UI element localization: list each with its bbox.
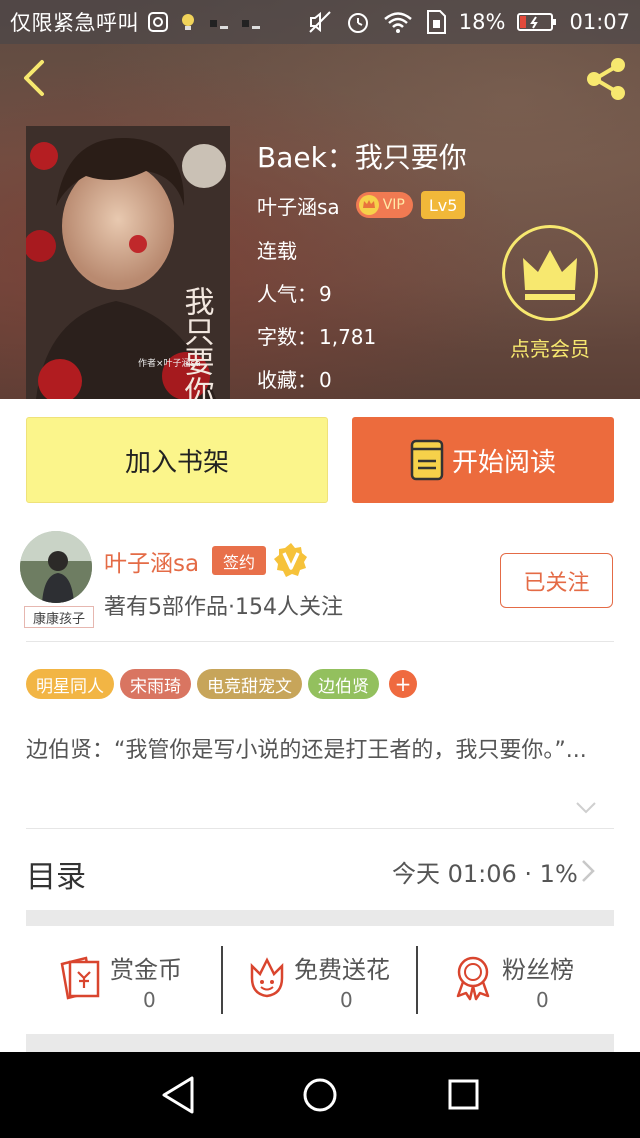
- alarm-icon: [347, 13, 368, 33]
- fan-ranking-label: 粉丝榜: [502, 956, 574, 984]
- favorites-value: 0: [319, 368, 332, 392]
- book-synopsis[interactable]: 边伯贤：“我管你是写小说的还是打王者的，我只要你。”...: [26, 736, 601, 765]
- book-author-row[interactable]: 叶子涵sa VIP Lv5: [257, 190, 466, 220]
- notification-dot-icon: [242, 20, 260, 29]
- book-title: Baek：我只要你: [257, 141, 467, 174]
- medal-icon: [456, 956, 490, 1001]
- book-icon: [410, 439, 444, 481]
- wifi-icon: [383, 12, 412, 33]
- add-to-shelf-label: 加入书架: [124, 447, 229, 478]
- popularity-label: 人气：: [257, 282, 317, 306]
- word-count-value: 1,781: [319, 325, 377, 349]
- crown-icon: [523, 250, 577, 300]
- author-stats: 著有5部作品·154人关注: [104, 595, 343, 620]
- fan-ranking-button[interactable]: 粉丝榜: [448, 944, 598, 1014]
- clock: 01:07: [569, 10, 630, 34]
- divider: [221, 946, 223, 1014]
- flower-icon: [250, 957, 284, 998]
- nav-home-button[interactable]: [297, 1072, 343, 1118]
- start-reading-label: 开始阅读: [451, 447, 556, 478]
- author-name[interactable]: 叶子涵sa: [104, 544, 199, 578]
- avatar-photo: [20, 531, 92, 603]
- member-label: 点亮会员: [510, 337, 590, 361]
- battery-percent: 18%: [458, 10, 506, 34]
- tag-item[interactable]: 边伯贤: [308, 669, 379, 699]
- red-envelope-icon: [60, 956, 100, 1000]
- follow-label: 已关注: [523, 570, 590, 596]
- popularity-value: 9: [319, 282, 332, 306]
- crown-icon: [358, 195, 379, 215]
- add-to-shelf-button[interactable]: 加入书架: [26, 417, 328, 503]
- section-separator: [26, 1034, 614, 1052]
- notification-dot-icon: [210, 20, 228, 29]
- author-avatar[interactable]: [20, 531, 92, 603]
- free-flower-label: 免费送花: [294, 956, 390, 984]
- divider: [26, 641, 614, 642]
- book-cover[interactable]: 我只要你 作者×叶子涵sa: [26, 126, 230, 399]
- reward-coins-button[interactable]: 赏金币: [56, 944, 206, 1014]
- svg-text:作者×叶子涵sa: 作者×叶子涵sa: [138, 357, 201, 369]
- fan-ranking-count: 0: [536, 988, 549, 1012]
- word-count-label: 字数：: [257, 325, 317, 349]
- tag-list: 明星同人 宋雨琦 电竞甜宠文 边伯贤 +: [26, 669, 417, 699]
- divider: [26, 828, 614, 829]
- signed-badge: 签约: [212, 546, 266, 575]
- tag-item[interactable]: 电竞甜宠文: [197, 669, 302, 699]
- system-nav-bar: [0, 1052, 640, 1138]
- app-notification-icon: [148, 12, 168, 32]
- vip-badge: VIP: [355, 192, 413, 218]
- reward-coins-count: 0: [143, 988, 156, 1012]
- tag-item[interactable]: 明星同人: [26, 669, 114, 699]
- verified-v-icon: [274, 543, 307, 577]
- section-separator: [26, 910, 614, 926]
- chevron-right-icon[interactable]: [580, 858, 596, 884]
- level-badge: Lv5: [420, 191, 466, 219]
- status-bar: 仅限紧急呼叫 18% 01:07: [0, 0, 640, 44]
- lightbulb-icon: [182, 14, 194, 30]
- chevron-down-icon[interactable]: [574, 800, 598, 816]
- start-reading-button[interactable]: 开始阅读: [352, 417, 614, 503]
- nav-recents-button[interactable]: [440, 1072, 486, 1118]
- more-tags-button[interactable]: +: [389, 670, 417, 698]
- sim-card-icon: [426, 10, 446, 34]
- cover-illustration: 我只要你 作者×叶子涵sa: [26, 126, 230, 399]
- light-member-button[interactable]: 点亮会员: [500, 225, 600, 361]
- serial-status: 连载: [257, 239, 297, 263]
- battery-icon: [517, 13, 557, 31]
- mute-icon: [309, 11, 331, 33]
- back-button[interactable]: [18, 58, 54, 98]
- svg-text:我只要你: 我只要你: [179, 286, 215, 399]
- follow-button[interactable]: 已关注: [500, 553, 613, 608]
- divider: [416, 946, 418, 1014]
- favorites-label: 收藏：: [257, 368, 317, 392]
- catalog-title[interactable]: 目录: [26, 852, 86, 896]
- vip-label: VIP: [382, 197, 405, 213]
- reward-coins-label: 赏金币: [110, 956, 182, 984]
- member-crown-circle: [502, 225, 598, 321]
- free-flower-button[interactable]: 免费送花: [242, 944, 412, 1014]
- book-header: 仅限紧急呼叫 18% 01:07 我只要你 作者×叶子涵sa Baek：我只要你…: [0, 0, 640, 399]
- avatar-tag: 康康孩子: [24, 606, 94, 628]
- favorites-row: 收藏： 0: [257, 364, 332, 393]
- book-author[interactable]: 叶子涵sa: [257, 191, 340, 220]
- free-flower-count: 0: [340, 988, 353, 1012]
- share-button[interactable]: [582, 56, 630, 102]
- carrier-text: 仅限紧急呼叫: [10, 11, 139, 35]
- popularity-row: 人气： 9: [257, 278, 332, 307]
- catalog-progress[interactable]: 今天 01:06 · 1%: [392, 854, 578, 889]
- word-count-row: 字数： 1,781: [257, 321, 376, 350]
- nav-back-button[interactable]: [156, 1072, 202, 1118]
- tag-item[interactable]: 宋雨琦: [120, 669, 191, 699]
